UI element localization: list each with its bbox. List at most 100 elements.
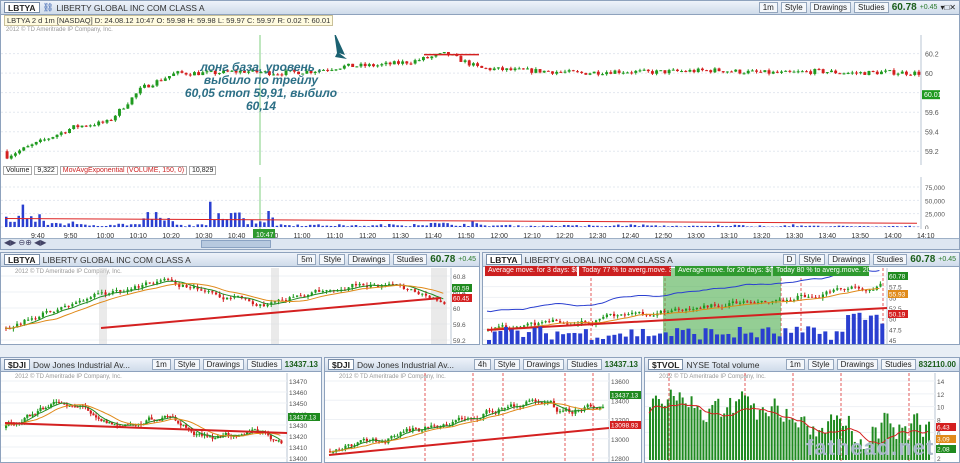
window-menu-icon[interactable]: ▾□✕ — [940, 3, 956, 12]
panel3-style-button[interactable]: Style — [799, 254, 826, 265]
drawings-button[interactable]: Drawings — [809, 2, 851, 13]
symbol-field[interactable]: LBTYA — [4, 2, 40, 13]
mini-candle — [551, 319, 554, 322]
volume-bar — [721, 226, 724, 227]
panel3-volume-bar — [572, 332, 577, 344]
panel6-aggregation-button[interactable]: 1m — [785, 359, 805, 370]
panel4-symbol[interactable]: $DJI — [4, 359, 30, 370]
mini-volume-bar — [755, 419, 758, 460]
panel5-symbol[interactable]: $DJI — [328, 359, 354, 370]
volume-bar — [138, 224, 141, 227]
mini-candle — [57, 401, 61, 403]
volume-bar — [279, 224, 283, 227]
panel4-studies-button[interactable]: Studies — [246, 359, 282, 370]
horizontal-scrollbar[interactable]: ◀▶ ⊖⊕ ◀▶ — [1, 238, 959, 249]
panel6-style-button[interactable]: Style — [807, 359, 834, 370]
mini-candle — [102, 420, 106, 422]
mini-candle — [390, 436, 393, 439]
panel4-style-button[interactable]: Style — [173, 359, 200, 370]
mini-candle — [586, 404, 589, 408]
mini-candle — [248, 299, 251, 302]
panel5-style-button[interactable]: Style — [493, 359, 520, 370]
style-button[interactable]: Style — [780, 2, 807, 13]
mini-candle — [71, 304, 74, 307]
panel2-studies-button[interactable]: Studies — [392, 254, 428, 265]
mini-candle — [627, 314, 630, 316]
volume-bar — [350, 225, 354, 227]
price-candle — [509, 68, 513, 71]
panel5-drawings-button[interactable]: Drawings — [522, 359, 564, 370]
volume-bar — [733, 224, 737, 227]
mini-candle — [365, 438, 368, 442]
banner-avg-3: Average move. for 3 days: $0.91 — [485, 266, 577, 276]
panel6-studies-button[interactable]: Studies — [880, 359, 916, 370]
mini-candle — [609, 313, 612, 315]
volume-bar — [658, 226, 662, 227]
volume-bar — [21, 204, 25, 227]
volume-bar — [467, 226, 470, 227]
volume-bar — [121, 223, 125, 227]
volume-bar — [221, 218, 225, 227]
price-candle — [892, 70, 896, 75]
mini-candle — [89, 297, 92, 299]
panel6-drawings-button[interactable]: Drawings — [836, 359, 878, 370]
panel5-aggregation-button[interactable]: 4h — [473, 359, 491, 370]
mini-candle — [275, 439, 278, 441]
mini-candle — [408, 428, 411, 432]
price-candle — [634, 70, 638, 73]
panel6-header: $TVOL NYSE Total volume 1m Style Drawing… — [645, 358, 959, 372]
price-candle — [596, 71, 600, 75]
mini-axis-tick: 13400 — [289, 456, 307, 463]
chain-link-icon[interactable]: ⛓ — [43, 2, 54, 13]
studies-button[interactable]: Studies — [854, 2, 889, 13]
banner-today-20: Today 80 % to averg.move. 20 days — [773, 266, 869, 276]
panel4-aggregation-button[interactable]: 1m — [151, 359, 171, 370]
panel3-volume-bar — [555, 331, 560, 344]
price-candle — [463, 60, 467, 62]
zoom-controls-icon[interactable]: ◀▶ ⊖⊕ ◀▶ — [4, 238, 46, 247]
panel3-studies-button[interactable]: Studies — [872, 254, 908, 265]
volume-bar — [608, 226, 612, 227]
mini-candle — [649, 315, 652, 317]
price-candle — [626, 72, 629, 74]
price-candle — [63, 132, 67, 134]
volume-bar — [171, 221, 175, 227]
volume-bar — [716, 224, 720, 227]
mini-candle — [485, 410, 488, 414]
panel3-volume-bar — [806, 326, 811, 344]
volume-bar — [113, 225, 116, 227]
panel2-symbol[interactable]: LBTYA — [4, 254, 40, 265]
volume-bar — [433, 222, 437, 227]
scroll-thumb[interactable] — [201, 240, 271, 248]
panel2-drawings-button[interactable]: Drawings — [348, 254, 390, 265]
price-tag: 60.59 — [453, 286, 470, 293]
price-candle — [376, 65, 380, 67]
panel6-symbol[interactable]: $TVOL — [648, 359, 684, 370]
panel3-symbol[interactable]: LBTYA — [486, 254, 522, 265]
mini-candle — [259, 304, 262, 306]
volume-bar — [254, 223, 258, 227]
panel3-drawings-button[interactable]: Drawings — [828, 254, 870, 265]
volume-bar — [496, 225, 499, 227]
mini-candle — [530, 322, 533, 324]
panel3-aggregation-button[interactable]: D — [782, 254, 797, 265]
price-candle — [467, 60, 471, 66]
mini-candle — [501, 325, 504, 327]
mini-volume-bar — [741, 391, 744, 460]
price-candle — [775, 71, 779, 73]
panel5-studies-button[interactable]: Studies — [566, 359, 602, 370]
price-candle — [721, 71, 725, 73]
volume-bar — [358, 226, 362, 227]
volume-bar — [129, 224, 133, 227]
mini-candle — [764, 300, 767, 303]
price-candle — [530, 68, 534, 73]
volume-bar — [637, 226, 641, 227]
panel3-volume-bar — [538, 326, 543, 344]
panel2-style-button[interactable]: Style — [319, 254, 346, 265]
volume-bar — [625, 225, 628, 227]
aggregation-button[interactable]: 1m — [758, 2, 778, 13]
volume-bar — [517, 225, 520, 227]
panel3-volume-bar — [783, 328, 788, 344]
panel2-aggregation-button[interactable]: 5m — [297, 254, 317, 265]
panel4-drawings-button[interactable]: Drawings — [202, 359, 244, 370]
